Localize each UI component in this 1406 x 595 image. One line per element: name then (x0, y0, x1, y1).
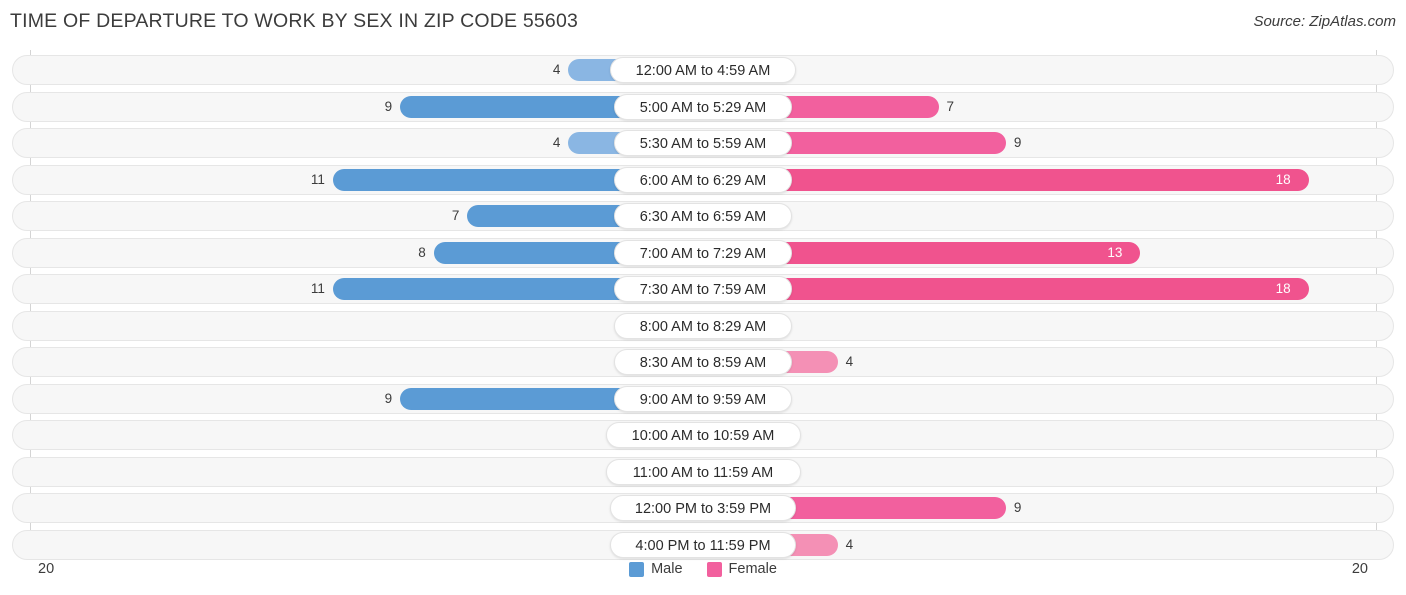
table-row (12, 237, 1394, 268)
chart-footer: 20 20 Male Female (0, 556, 1406, 595)
table-row (12, 310, 1394, 341)
table-row (12, 493, 1394, 523)
legend-swatch-icon (706, 561, 722, 577)
chart-root: TIME OF DEPARTURE TO WORK BY SEX IN ZIP … (0, 0, 1406, 595)
page-title: TIME OF DEPARTURE TO WORK BY SEX IN ZIP … (10, 10, 579, 32)
table-row (12, 128, 1394, 158)
table-row (12, 420, 1394, 450)
table-row (12, 383, 1394, 414)
table-row (12, 91, 1394, 122)
legend-label: Female (728, 561, 777, 577)
plot-area: 4 0 12:00 AM to 4:59 AM 9 7 5:00 AM to 5:29 A… (0, 50, 1406, 560)
chart-header: TIME OF DEPARTURE TO WORK BY SEX IN ZIP … (0, 0, 1406, 46)
table-row (12, 55, 1394, 85)
source-attribution: Source: ZipAtlas.com (1253, 13, 1396, 30)
table-row (12, 274, 1394, 304)
table-row (12, 347, 1394, 377)
table-row (12, 529, 1394, 560)
legend-item-female[interactable]: Female (706, 561, 777, 577)
legend-swatch-icon (629, 561, 645, 577)
table-row (12, 456, 1394, 487)
table-row (12, 164, 1394, 195)
table-row (12, 201, 1394, 231)
chart-legend: Male Female (0, 561, 1406, 577)
legend-item-male[interactable]: Male (629, 561, 683, 577)
legend-label: Male (651, 561, 683, 577)
